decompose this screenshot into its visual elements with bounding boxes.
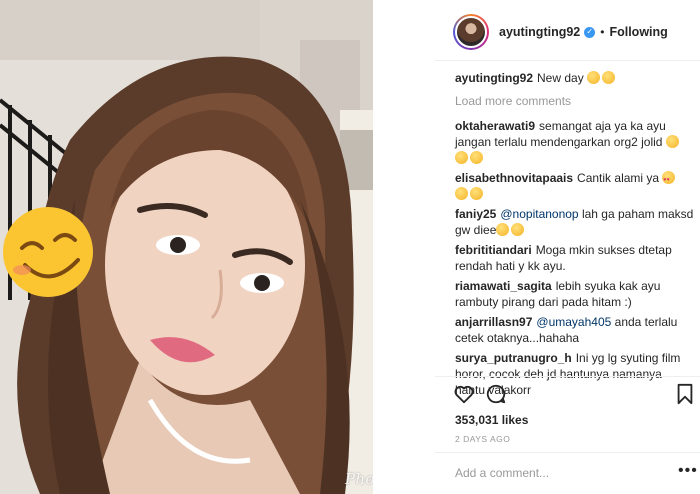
comment-item: elisabethnovitapaais Cantik alami ya xyxy=(455,170,695,202)
more-options-icon[interactable]: ••• xyxy=(678,462,698,480)
action-bar xyxy=(453,383,698,409)
comment-username[interactable]: surya_putranugro_h xyxy=(455,351,572,365)
comment-username[interactable]: oktaherawati9 xyxy=(455,119,535,133)
separator-dot: • xyxy=(600,25,605,39)
comment-mention[interactable]: @umayah405 xyxy=(536,315,611,329)
photo-illustration xyxy=(0,0,373,494)
load-more-comments-link[interactable]: Load more comments xyxy=(455,93,695,109)
laughing-emoji-icon xyxy=(496,223,510,236)
smiling-emoji-icon xyxy=(470,151,483,164)
verified-badge-icon: ✓ xyxy=(584,26,596,38)
kissing-emoji-icon xyxy=(587,71,601,84)
kissing-emoji-icon xyxy=(470,187,483,200)
story-ring[interactable] xyxy=(453,14,489,50)
heart-icon[interactable] xyxy=(453,383,475,405)
comment-item: febrititiandari Moga mkin sukses dtetap r… xyxy=(455,242,695,274)
smiling-emoji-icon xyxy=(455,151,468,164)
comment-username[interactable]: riamawati_sagita xyxy=(455,279,552,293)
comment-item: faniy25 @nopitanonop lah ga paham maksd g… xyxy=(455,206,695,238)
caption: ayutingting92 New day xyxy=(455,70,695,86)
comment-text: Cantik alami ya xyxy=(577,171,660,185)
post-header: ayutingting92 ✓ • Following xyxy=(435,10,700,54)
comment-input-divider xyxy=(435,452,700,453)
post-photo[interactable]: PhotoGrid xyxy=(0,0,373,494)
heart-eyes-emoji-icon xyxy=(662,171,676,188)
add-comment-input[interactable]: Add a comment... xyxy=(455,466,675,480)
caption-text: New day xyxy=(537,71,584,85)
bookmark-icon[interactable] xyxy=(675,383,695,405)
photogrid-watermark: PhotoGrid xyxy=(345,470,373,488)
header-divider xyxy=(435,60,700,61)
post-date[interactable]: 2 DAYS AGO xyxy=(455,434,510,444)
comment-item: anjarrillasn97 @umayah405 anda terlalu ce… xyxy=(455,314,695,346)
comment-item: riamawati_sagita lebih syuka kak ayu ramb… xyxy=(455,278,695,310)
smiling-emoji-icon xyxy=(665,135,679,148)
caption-username[interactable]: ayutingting92 xyxy=(455,71,533,85)
smiley-sticker-icon xyxy=(3,207,93,297)
smiling-emoji-icon xyxy=(455,187,468,200)
comment-item: oktaherawati9 semangat aja ya ka ayu jang… xyxy=(455,118,695,166)
comment-icon[interactable] xyxy=(485,383,507,405)
comments-list: ayutingting92 New day Load more comments … xyxy=(455,70,695,402)
comment-username[interactable]: faniy25 xyxy=(455,207,496,221)
laughing-emoji-icon xyxy=(511,223,525,236)
comment-username[interactable]: elisabethnovitapaais xyxy=(455,171,573,185)
likes-count[interactable]: 353,031 likes xyxy=(455,413,528,427)
following-button[interactable]: Following xyxy=(609,25,667,39)
comment-username[interactable]: anjarrillasn97 xyxy=(455,315,532,329)
comment-username[interactable]: febrititiandari xyxy=(455,243,532,257)
grinning-emoji-icon xyxy=(602,71,616,84)
avatar[interactable] xyxy=(455,16,487,48)
comment-mention[interactable]: @nopitanonop xyxy=(500,207,578,221)
header-username[interactable]: ayutingting92 xyxy=(499,25,580,39)
post-side-panel: ayutingting92 ✓ • Following ayutingting9… xyxy=(435,0,700,494)
actions-divider xyxy=(435,376,700,377)
